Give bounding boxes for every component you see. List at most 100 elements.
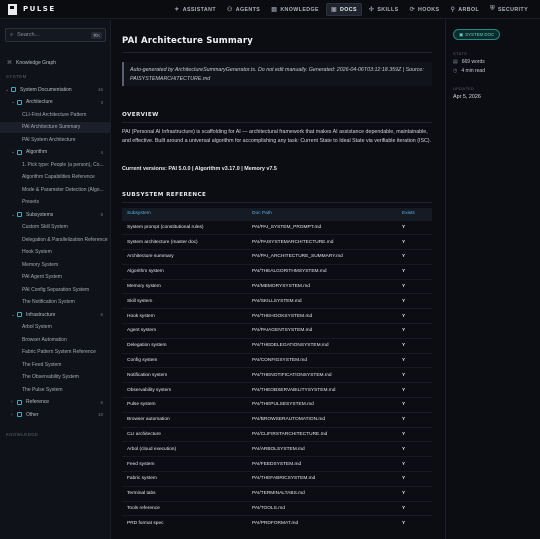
nav-assistant[interactable]: ✦ ASSISTANT	[170, 3, 220, 16]
sidebar-item-count: 6	[100, 312, 103, 317]
word-count: ▤ 669 words	[453, 59, 485, 65]
nav-label: ASSISTANT	[182, 6, 216, 13]
doc-path-cell[interactable]: PAI/FEEDSYSTEM.md	[247, 456, 397, 472]
sidebar-doc-item[interactable]: 1. Pick type: People (a person), Co...	[0, 159, 111, 170]
subsystem-cell: Agent system	[122, 323, 247, 339]
doc-path-cell[interactable]: PAI/ARBOLSYSTEM.md	[247, 441, 397, 457]
nav-arbol[interactable]: ⚲ ARBOL	[446, 3, 483, 16]
nav-knowledge[interactable]: ▤ KNOWLEDGE	[267, 3, 323, 16]
sidebar-group-item[interactable]: ⌄ System Documentation 45	[0, 84, 111, 95]
exists-cell: Y	[397, 219, 432, 235]
subsystem-cell: CLI architecture	[122, 426, 247, 442]
system-doc-badge: ▣ SYSTEM DOC	[453, 29, 501, 40]
subsystem-table: Subsystem Doc Path Exists System prompt …	[122, 208, 432, 531]
doc-path-cell[interactable]: PAI/SKILLSYSTEM.md	[247, 293, 397, 309]
sidebar-doc-item[interactable]: Hook System	[0, 247, 111, 258]
search-icon: ⌕	[10, 31, 14, 38]
folder-icon	[17, 312, 22, 317]
table-row: Config system PAI/CONFIGSYSTEM.md Y	[122, 352, 432, 368]
doc-path-cell[interactable]: PAI/PRDFORMAT.md	[247, 515, 397, 531]
doc-path-cell[interactable]: PAI/BROWSERAUTOMATION.md	[247, 411, 397, 428]
table-row: Delegation system PAI/THEDELEGATIONSYSTEM…	[122, 337, 432, 354]
read-time: ◷ 4 min read	[453, 68, 485, 74]
doc-path-cell[interactable]: PAI/PAIAGENTSYSTEM.md	[247, 323, 397, 339]
sidebar-doc-item[interactable]: Delegation & Parallelization Reference	[0, 234, 111, 245]
sidebar-doc-item[interactable]: PAI Config Separation System	[0, 284, 111, 295]
sidebar-doc-item[interactable]: The Notification System	[0, 297, 111, 308]
sidebar-group-item[interactable]: › Reference 6	[0, 397, 111, 408]
table-row: Algorithm system PAI/THEALGORITHMSYSTEM.m…	[122, 263, 432, 280]
sidebar-group-item[interactable]: ⌄ Subsystems 8	[0, 209, 111, 220]
sidebar-doc-item[interactable]: The Pulse System	[0, 384, 111, 395]
search-placeholder: Search...	[17, 32, 40, 38]
search-input[interactable]: ⌕ Search... ⌘K	[5, 28, 106, 42]
logo[interactable]: PULSE	[8, 3, 56, 15]
nav-hooks[interactable]: ⟳ HOOKS	[406, 3, 444, 16]
sidebar-doc-item[interactable]: PAI Agent System	[0, 272, 111, 283]
sidebar-doc-item[interactable]: Custom Skill System	[0, 222, 111, 233]
sidebar-doc-item[interactable]: PAI System Architecture	[0, 134, 111, 145]
nav-docs[interactable]: ▣ DOCS	[325, 3, 362, 16]
nav-skills[interactable]: ✣ SKILLS	[365, 3, 403, 16]
doc-path-cell[interactable]: PAI/THEALGORITHMSYSTEM.md	[247, 263, 397, 280]
sidebar-group-item[interactable]: › Other 18	[0, 409, 111, 420]
sidebar-group-item[interactable]: ⌄ Architecture 3	[0, 97, 111, 108]
clock-icon: ◷	[453, 68, 458, 74]
doc-path-cell[interactable]: PAI/PAISYSTEMARCHITECTURE.md	[247, 234, 397, 250]
doc-path-cell[interactable]: PAI/THENOTIFICATIONSYSTEM.md	[247, 367, 397, 383]
sidebar-doc-item[interactable]: Arbol System	[0, 322, 111, 333]
sidebar-item-label: The Feed System	[22, 361, 62, 368]
doc-path-cell[interactable]: PAI/THEOBSERVABILITYSYSTEM.md	[247, 382, 397, 398]
sidebar-doc-item[interactable]: Memory System	[0, 259, 111, 270]
sidebar-group-item[interactable]: ⌄ Infrastructure 6	[0, 309, 111, 320]
sidebar-doc-item[interactable]: PAI Architecture Summary	[0, 121, 111, 133]
sidebar-doc-item[interactable]: Fabric Pattern System Reference	[0, 347, 111, 358]
nav-agents[interactable]: ⚇ AGENTS	[223, 3, 264, 16]
doc-path-cell[interactable]: PAI/PAI_ARCHITECTURE_SUMMARY.md	[247, 249, 397, 265]
skills-icon: ✣	[368, 7, 375, 13]
doc-path-cell[interactable]: PAI/TERMINALTABS.md	[247, 485, 397, 502]
exists-cell: Y	[397, 471, 432, 487]
overview-text: PAI (Personal AI Infrastructure) is scaf…	[122, 129, 432, 144]
sidebar-doc-item[interactable]: Algorithm Capabilities Reference	[0, 172, 111, 183]
table-row: Fabric system PAI/THEFABRICSYSTEM.md Y	[122, 471, 432, 487]
doc-path-cell[interactable]: PAI/TOOLS.md	[247, 500, 397, 516]
document-icon: ▤	[453, 59, 458, 65]
folder-icon	[17, 399, 22, 405]
sidebar-group-item[interactable]: ⌄ Algorithm 4	[0, 147, 111, 158]
table-row: System architecture (master doc) PAI/PAIS…	[122, 234, 432, 250]
arbol-icon: ⚲	[450, 7, 456, 13]
sidebar-doc-item[interactable]: Presets	[0, 197, 111, 208]
table-row: CLI architecture PAI/CLIFIRSTARCHITECTURE…	[122, 426, 432, 442]
nav-security[interactable]: ⛨ SECURITY	[486, 3, 532, 16]
exists-cell: Y	[397, 234, 432, 250]
exists-cell: Y	[397, 515, 432, 531]
sidebar-doc-item[interactable]: Browser Automation	[0, 334, 111, 345]
sidebar-doc-item[interactable]: Mode & Parameter Detection (Algo...	[0, 184, 111, 195]
sidebar-doc-item[interactable]: The Observability System	[0, 372, 111, 383]
table-row: Feed system PAI/FEEDSYSTEM.md Y	[122, 456, 432, 472]
doc-path-cell[interactable]: PAI/CONFIGSYSTEM.md	[247, 352, 397, 368]
exists-cell: Y	[397, 249, 432, 265]
sidebar-doc-item[interactable]: The Feed System	[0, 359, 111, 370]
table-row: Memory system PAI/MEMORYSYSTEM.md Y	[122, 278, 432, 294]
sidebar-item-label: PAI Agent System	[22, 274, 62, 280]
sidebar-item-label: System Documentation	[20, 86, 72, 93]
subsystem-divider	[122, 202, 432, 203]
doc-path-cell[interactable]: PAI/MEMORYSYSTEM.md	[247, 278, 397, 294]
knowledge-graph-link[interactable]: ⌘ Knowledge Graph	[0, 57, 111, 68]
doc-path-cell[interactable]: PAI/THEHOOKSYSTEM.md	[247, 308, 397, 324]
sidebar-doc-item[interactable]: CLI-First Architecture Pattern	[0, 109, 111, 120]
knowledge-graph-label: Knowledge Graph	[16, 59, 57, 66]
doc-path-cell[interactable]: PAI/PAI_SYSTEM_PROMPT.md	[247, 219, 397, 235]
sidebar-item-label: PAI Architecture Summary	[22, 124, 81, 130]
doc-path-cell[interactable]: PAI/THEPULSESYSTEM.md	[247, 397, 397, 413]
doc-path-cell[interactable]: PAI/THEFABRICSYSTEM.md	[247, 471, 397, 487]
subsystem-cell: Feed system	[122, 456, 247, 472]
doc-path-cell[interactable]: PAI/CLIFIRSTARCHITECTURE.md	[247, 426, 397, 442]
search-shortcut-kbd: ⌘K	[90, 32, 102, 39]
subsystem-cell: Arbol (cloud execution)	[122, 441, 247, 457]
doc-path-cell[interactable]: PAI/THEDELEGATIONSYSTEM.md	[247, 337, 397, 354]
overview-heading: OVERVIEW	[122, 112, 159, 118]
doc-meta-panel: ▣ SYSTEM DOC STATS ▤ 669 words ◷ 4 min r…	[445, 20, 540, 539]
